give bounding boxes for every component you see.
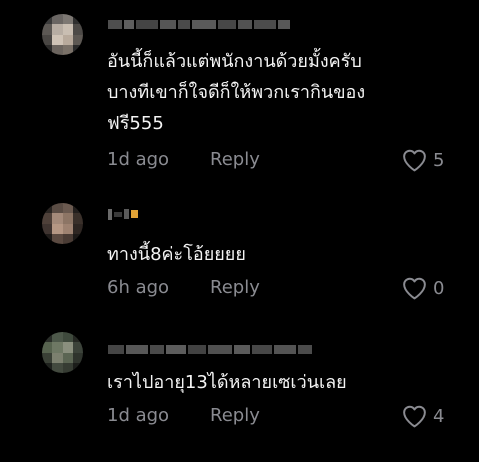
comment-text-line: เราไปอายุ13ได้หลายเซเว่นเลย [107, 372, 347, 393]
like-count: 4 [433, 405, 445, 427]
like-button[interactable]: 0 [401, 276, 444, 300]
heart-outline-icon [403, 277, 426, 300]
reply-button[interactable]: Reply [210, 405, 260, 426]
username[interactable] [108, 208, 138, 220]
reply-button[interactable]: Reply [210, 149, 260, 170]
avatar[interactable] [42, 203, 83, 244]
comment-text: เราไปอายุ13ได้หลายเซเว่นเลย [107, 367, 347, 398]
comment-meta: 1d ago Reply 4 [107, 405, 457, 431]
heart-outline-icon [403, 149, 426, 172]
comment-text-line: ทางนี้8ค่ะโอ้ยยยย [107, 244, 246, 265]
like-count: 5 [433, 149, 445, 171]
comment-meta: 1d ago Reply 5 [107, 149, 457, 175]
comment-text-line: อันนี้ก็แล้วแต่พนักงานด้วยมั้งครับ [107, 51, 362, 72]
like-button[interactable]: 5 [401, 148, 444, 172]
comment-text-line: ฟรี555 [107, 113, 164, 134]
timestamp: 6h ago [107, 277, 170, 298]
avatar[interactable] [42, 332, 83, 373]
like-count: 0 [433, 277, 445, 299]
reply-button[interactable]: Reply [210, 277, 260, 298]
timestamp: 1d ago [107, 149, 170, 170]
comment-text-line: บางทีเขาก็ใจดีก็ให้พวกเรากินของ [107, 82, 366, 103]
username[interactable] [108, 18, 290, 30]
comment-meta: 6h ago Reply 0 [107, 277, 457, 303]
heart-outline-icon [403, 405, 426, 428]
comment-text: อันนี้ก็แล้วแต่พนักงานด้วยมั้งครับ บางที… [107, 46, 365, 139]
username[interactable] [108, 343, 312, 355]
comment-text: ทางนี้8ค่ะโอ้ยยยย [107, 239, 246, 270]
like-button[interactable]: 4 [401, 404, 444, 428]
avatar[interactable] [42, 14, 83, 55]
timestamp: 1d ago [107, 405, 170, 426]
